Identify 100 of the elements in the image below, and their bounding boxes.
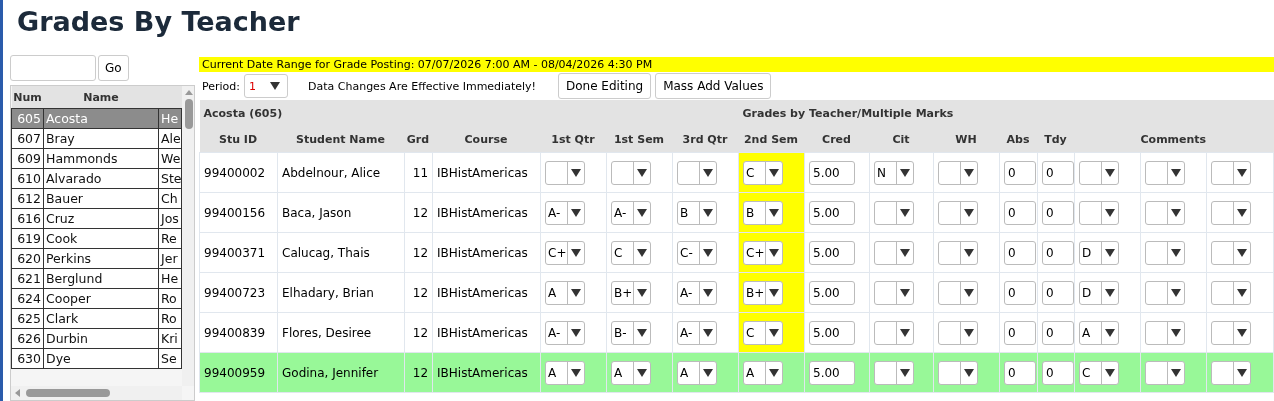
grade-select[interactable]: [874, 360, 914, 385]
grade-select[interactable]: [677, 160, 717, 185]
grade-select[interactable]: [874, 200, 914, 225]
number-field[interactable]: 0: [1042, 200, 1074, 225]
grade-select[interactable]: [938, 320, 978, 345]
action-button[interactable]: Done Editing: [557, 73, 652, 99]
period-select[interactable]: 1: [244, 74, 288, 98]
caret-icon: [1237, 168, 1247, 177]
number-field[interactable]: 5.00: [809, 280, 855, 305]
grade-select[interactable]: A: [743, 360, 783, 385]
grade-select[interactable]: C+: [545, 240, 585, 265]
grade-select[interactable]: [1145, 200, 1185, 225]
grade-select[interactable]: [1211, 360, 1251, 385]
teacher-row[interactable]: 630 Dye Se: [11, 348, 182, 369]
caret-icon: [703, 208, 713, 217]
grade-select[interactable]: [545, 160, 585, 185]
teacher-row[interactable]: 609 Hammonds We: [11, 148, 182, 169]
number-field[interactable]: 0: [1004, 240, 1036, 265]
horizontal-scrollbar[interactable]: [11, 386, 182, 400]
number-field[interactable]: 5.00: [809, 240, 855, 265]
grade-select[interactable]: A: [677, 360, 717, 385]
grade-select[interactable]: C: [1079, 360, 1119, 385]
number-field[interactable]: 5.00: [809, 200, 855, 225]
grade-select[interactable]: C+: [743, 240, 783, 265]
number-field[interactable]: 0: [1004, 360, 1036, 385]
caret-icon: [270, 82, 280, 90]
number-field[interactable]: 0: [1042, 240, 1074, 265]
number-field[interactable]: 5.00: [809, 160, 855, 185]
grade-select[interactable]: A: [545, 280, 585, 305]
grade-select[interactable]: [1211, 280, 1251, 305]
vertical-scrollbar[interactable]: [182, 86, 194, 386]
grade-select[interactable]: [1211, 200, 1251, 225]
grade-select[interactable]: C: [743, 160, 783, 185]
teacher-row[interactable]: 610 Alvarado Ste: [11, 168, 182, 189]
number-field[interactable]: 0: [1042, 280, 1074, 305]
grade-select[interactable]: A: [545, 360, 585, 385]
grade-select[interactable]: D: [1079, 240, 1119, 265]
column-header: 2nd Sem: [738, 126, 805, 153]
grade-select[interactable]: [874, 280, 914, 305]
grade-select[interactable]: [1145, 360, 1185, 385]
grade-select[interactable]: [938, 360, 978, 385]
grade-select[interactable]: A: [611, 360, 651, 385]
grade-select[interactable]: A-: [611, 200, 651, 225]
number-field[interactable]: 0: [1004, 280, 1036, 305]
grade-select[interactable]: [611, 160, 651, 185]
scrollbar-thumb[interactable]: [185, 99, 193, 129]
number-field[interactable]: 0: [1042, 320, 1074, 345]
grade-select[interactable]: [1079, 200, 1119, 225]
go-button[interactable]: Go: [98, 55, 129, 81]
number-field[interactable]: 0: [1004, 160, 1036, 185]
action-button[interactable]: Mass Add Values: [655, 73, 772, 99]
grade-select[interactable]: [1211, 160, 1251, 185]
teacher-row[interactable]: 621 Berglund He: [11, 268, 182, 289]
grade-select[interactable]: [1145, 240, 1185, 265]
number-field[interactable]: 0: [1042, 360, 1074, 385]
grade-select[interactable]: [1145, 160, 1185, 185]
grade-select[interactable]: B+: [743, 280, 783, 305]
grade-select[interactable]: A-: [677, 320, 717, 345]
grade-select[interactable]: [938, 240, 978, 265]
grade-select[interactable]: [1211, 240, 1251, 265]
teacher-row[interactable]: 620 Perkins Jer: [11, 248, 182, 269]
grade-select[interactable]: B: [677, 200, 717, 225]
number-field[interactable]: 5.00: [809, 360, 855, 385]
teacher-row[interactable]: 619 Cook Re: [11, 228, 182, 249]
teacher-row[interactable]: 624 Cooper Ro: [11, 288, 182, 309]
grade-select[interactable]: B: [743, 200, 783, 225]
grade-select[interactable]: C: [611, 240, 651, 265]
grade-select[interactable]: [874, 320, 914, 345]
grade-select[interactable]: [874, 240, 914, 265]
grade-select[interactable]: A-: [545, 320, 585, 345]
teacher-row[interactable]: 625 Clark Ro: [11, 308, 182, 329]
grade-select[interactable]: D: [1079, 280, 1119, 305]
grade-select[interactable]: [1211, 320, 1251, 345]
search-field[interactable]: [10, 55, 96, 81]
grade-select[interactable]: [1145, 280, 1185, 305]
grade-select[interactable]: A-: [677, 280, 717, 305]
table-cell-text: 11: [412, 165, 429, 180]
grade-select[interactable]: B+: [611, 280, 651, 305]
number-field[interactable]: 0: [1042, 160, 1074, 185]
grade-select[interactable]: A-: [545, 200, 585, 225]
number-field[interactable]: 0: [1004, 200, 1036, 225]
grade-select[interactable]: C-: [677, 240, 717, 265]
grade-select[interactable]: [1079, 160, 1119, 185]
table-cell-text: 99400959: [204, 365, 266, 380]
grade-select[interactable]: N: [874, 160, 914, 185]
teacher-row[interactable]: 616 Cruz Jos: [11, 208, 182, 229]
grade-select[interactable]: C: [743, 320, 783, 345]
grade-select[interactable]: B-: [611, 320, 651, 345]
table-cell: 616: [11, 208, 44, 229]
grade-select[interactable]: A: [1079, 320, 1119, 345]
grade-select[interactable]: [1145, 320, 1185, 345]
grade-select[interactable]: [938, 200, 978, 225]
number-field[interactable]: 5.00: [809, 320, 855, 345]
scrollbar-thumb[interactable]: [26, 389, 110, 397]
grade-select[interactable]: [938, 280, 978, 305]
number-field[interactable]: 0: [1004, 320, 1036, 345]
teacher-row[interactable]: 607 Bray Ale: [11, 128, 182, 149]
teacher-row[interactable]: 612 Bauer Ch: [11, 188, 182, 209]
grade-select[interactable]: [938, 160, 978, 185]
teacher-row[interactable]: 626 Durbin Kri: [11, 328, 182, 349]
